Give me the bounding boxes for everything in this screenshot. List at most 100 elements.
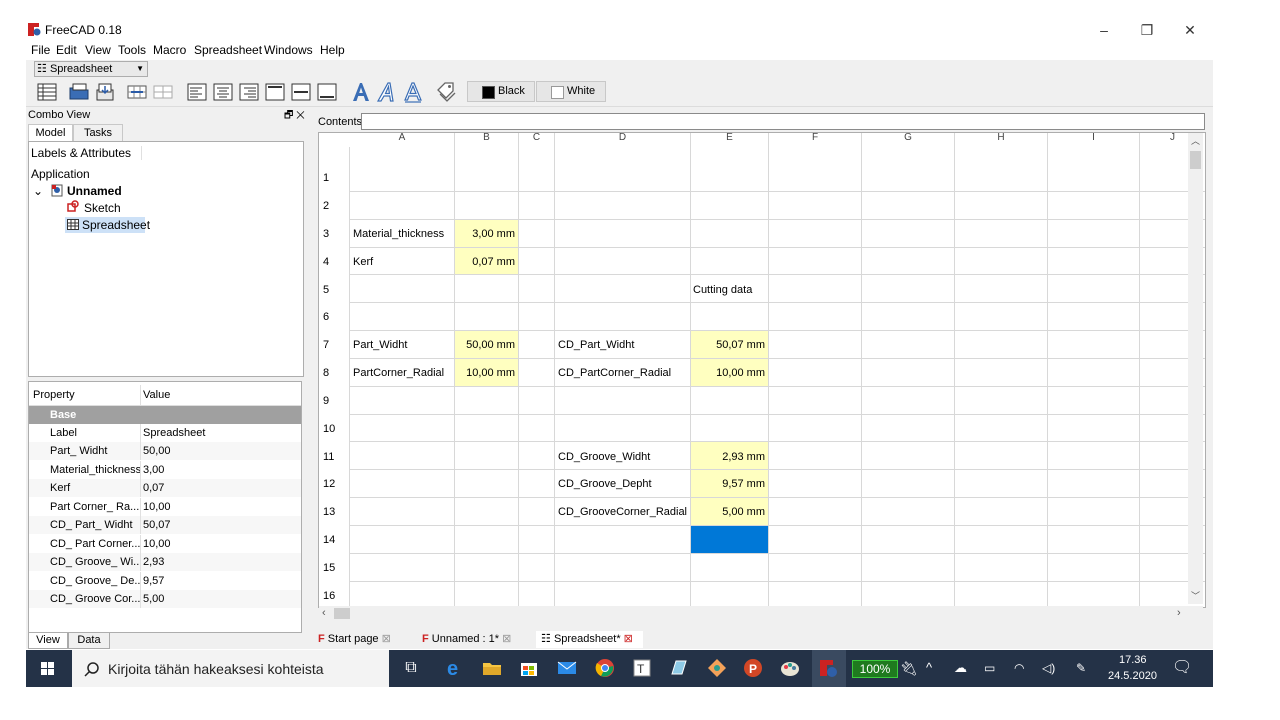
cell-b4[interactable]: 0,07 mm bbox=[455, 256, 518, 268]
cell-b3[interactable]: 3,00 mm bbox=[455, 228, 518, 240]
cell-e13[interactable]: 5,00 mm bbox=[691, 506, 768, 518]
align-left-icon[interactable] bbox=[186, 81, 208, 103]
column-header-b[interactable]: B bbox=[455, 133, 519, 147]
align-center-icon[interactable] bbox=[212, 81, 234, 103]
row-header[interactable]: 13 bbox=[319, 506, 349, 518]
doc-tab-spreadsheet[interactable]: ☷ Spreadsheet* ⊠ bbox=[536, 631, 643, 648]
volume-icon[interactable]: ◁) bbox=[1042, 657, 1064, 679]
cell-d8[interactable]: CD_PartCorner_Radial bbox=[555, 367, 690, 379]
restore-button[interactable]: ❐ bbox=[1132, 20, 1162, 40]
import-spreadsheet-icon[interactable] bbox=[68, 81, 90, 103]
merge-cells-icon[interactable] bbox=[126, 81, 148, 103]
column-header-f[interactable]: F bbox=[769, 133, 862, 147]
task-view-icon[interactable]: ⧉ bbox=[400, 657, 422, 679]
cell-e12[interactable]: 9,57 mm bbox=[691, 478, 768, 490]
notifications-icon[interactable]: 🗨︎ bbox=[1172, 657, 1194, 679]
property-group-base[interactable]: Base bbox=[29, 406, 301, 424]
cell-b7[interactable]: 50,00 mm bbox=[455, 339, 518, 351]
row-header[interactable]: 15 bbox=[319, 562, 349, 574]
menu-view[interactable]: View bbox=[85, 43, 111, 57]
align-vcenter-icon[interactable] bbox=[290, 81, 312, 103]
pen-icon[interactable]: ✎ bbox=[1076, 657, 1098, 679]
alias-tag-icon[interactable] bbox=[436, 81, 458, 103]
row-header[interactable]: 4 bbox=[319, 256, 349, 268]
scroll-up-icon[interactable]: ︿ bbox=[1191, 134, 1200, 147]
chrome-icon[interactable] bbox=[594, 657, 616, 679]
workbench-selector[interactable]: ☷ Spreadsheet ▼ bbox=[34, 61, 148, 77]
power-plug-icon[interactable]: 🔌︎ bbox=[900, 657, 922, 679]
cell-e8[interactable]: 10,00 mm bbox=[691, 367, 768, 379]
scroll-down-icon[interactable]: ﹀ bbox=[1191, 589, 1200, 602]
property-row[interactable]: CD_ Groove Cor... 5,00 bbox=[29, 590, 301, 608]
row-header[interactable]: 1 bbox=[319, 172, 349, 184]
row-header[interactable]: 5 bbox=[319, 284, 349, 296]
scrollbar-thumb[interactable] bbox=[334, 608, 350, 619]
horizontal-scrollbar[interactable]: ‹ › bbox=[319, 606, 1203, 621]
column-header-e[interactable]: E bbox=[691, 133, 769, 147]
tab-view[interactable]: View bbox=[28, 633, 68, 649]
battery-indicator[interactable]: 100% bbox=[852, 660, 898, 678]
cell-a4[interactable]: Kerf bbox=[350, 256, 454, 268]
property-row[interactable]: CD_ Groove_ Wi... 2,93 bbox=[29, 553, 301, 571]
row-header[interactable]: 12 bbox=[319, 478, 349, 490]
property-row[interactable]: Part Corner_ Ra... 10,00 bbox=[29, 498, 301, 516]
row-header[interactable]: 3 bbox=[319, 228, 349, 240]
contents-input[interactable] bbox=[361, 113, 1205, 130]
cell-d12[interactable]: CD_Groove_Depht bbox=[555, 478, 690, 490]
paint-icon[interactable] bbox=[779, 657, 801, 679]
wifi-icon[interactable]: ◠ bbox=[1014, 657, 1036, 679]
close-icon[interactable]: ⊠ bbox=[382, 633, 391, 645]
tree-item-sketch[interactable]: Sketch bbox=[84, 201, 121, 215]
cell-b8[interactable]: 10,00 mm bbox=[455, 367, 518, 379]
scroll-right-icon[interactable]: › bbox=[1177, 607, 1181, 619]
windows-start-icon[interactable] bbox=[26, 650, 70, 687]
tree-item-spreadsheet[interactable]: Spreadsheet bbox=[82, 218, 150, 232]
property-row[interactable]: Kerf 0,07 bbox=[29, 479, 301, 497]
clock-time[interactable]: 17.36 bbox=[1119, 654, 1147, 666]
taskbar-search[interactable]: Kirjoita tähän hakeaksesi kohteista bbox=[72, 650, 389, 687]
spreadsheet-grid[interactable]: A B C D E F G H I J 1 2 3 4 5 6 7 8 9 10… bbox=[318, 132, 1206, 608]
foreground-color-button[interactable]: Black bbox=[467, 81, 535, 102]
italic-text-icon[interactable] bbox=[376, 81, 398, 103]
menu-macro[interactable]: Macro bbox=[153, 43, 186, 57]
row-header[interactable]: 14 bbox=[319, 534, 349, 546]
doc-tab-unnamed[interactable]: F Unnamed : 1* ⊠ bbox=[422, 631, 525, 648]
underline-text-icon[interactable] bbox=[402, 81, 424, 103]
freecad-taskbar-icon[interactable] bbox=[817, 657, 839, 679]
property-row[interactable]: CD_ Groove_ De... 9,57 bbox=[29, 572, 301, 590]
property-row[interactable]: Label Spreadsheet bbox=[29, 424, 301, 442]
column-header-i[interactable]: I bbox=[1048, 133, 1140, 147]
edge-browser-icon[interactable]: e bbox=[444, 657, 466, 679]
tree-document[interactable]: Unnamed bbox=[67, 184, 122, 198]
menu-help[interactable]: Help bbox=[320, 43, 345, 57]
close-icon[interactable]: ⊠ bbox=[624, 633, 633, 645]
clock-date[interactable]: 24.5.2020 bbox=[1108, 670, 1157, 682]
row-header[interactable]: 6 bbox=[319, 311, 349, 323]
tab-data[interactable]: Data bbox=[68, 633, 110, 649]
align-bottom-icon[interactable] bbox=[316, 81, 338, 103]
battery-icon[interactable]: ▭ bbox=[984, 657, 1006, 679]
column-header-d[interactable]: D bbox=[555, 133, 691, 147]
row-header[interactable]: 16 bbox=[319, 590, 349, 602]
mail-icon[interactable] bbox=[556, 657, 578, 679]
property-row[interactable]: Material_thickness 3,00 bbox=[29, 461, 301, 479]
menu-edit[interactable]: Edit bbox=[56, 43, 77, 57]
align-right-icon[interactable] bbox=[238, 81, 260, 103]
align-top-icon[interactable] bbox=[264, 81, 286, 103]
menu-spreadsheet[interactable]: Spreadsheet bbox=[194, 43, 262, 57]
column-header-a[interactable]: A bbox=[350, 133, 455, 147]
property-row[interactable]: CD_ Part Corner... 10,00 bbox=[29, 535, 301, 553]
create-spreadsheet-icon[interactable] bbox=[36, 81, 58, 103]
text-editor-icon[interactable]: T bbox=[631, 657, 653, 679]
row-header[interactable]: 7 bbox=[319, 339, 349, 351]
cell-d11[interactable]: CD_Groove_Widht bbox=[555, 451, 690, 463]
cell-e7[interactable]: 50,07 mm bbox=[691, 339, 768, 351]
file-explorer-icon[interactable] bbox=[481, 657, 503, 679]
cell-d7[interactable]: CD_Part_Widht bbox=[555, 339, 690, 351]
vertical-scrollbar[interactable]: ︿ ﹀ bbox=[1188, 133, 1203, 604]
cell-d13[interactable]: CD_GrooveCorner_Radial bbox=[555, 506, 690, 518]
menu-tools[interactable]: Tools bbox=[118, 43, 146, 57]
row-header[interactable]: 9 bbox=[319, 395, 349, 407]
powerpoint-icon[interactable]: P bbox=[742, 657, 764, 679]
store-icon[interactable] bbox=[518, 657, 540, 679]
